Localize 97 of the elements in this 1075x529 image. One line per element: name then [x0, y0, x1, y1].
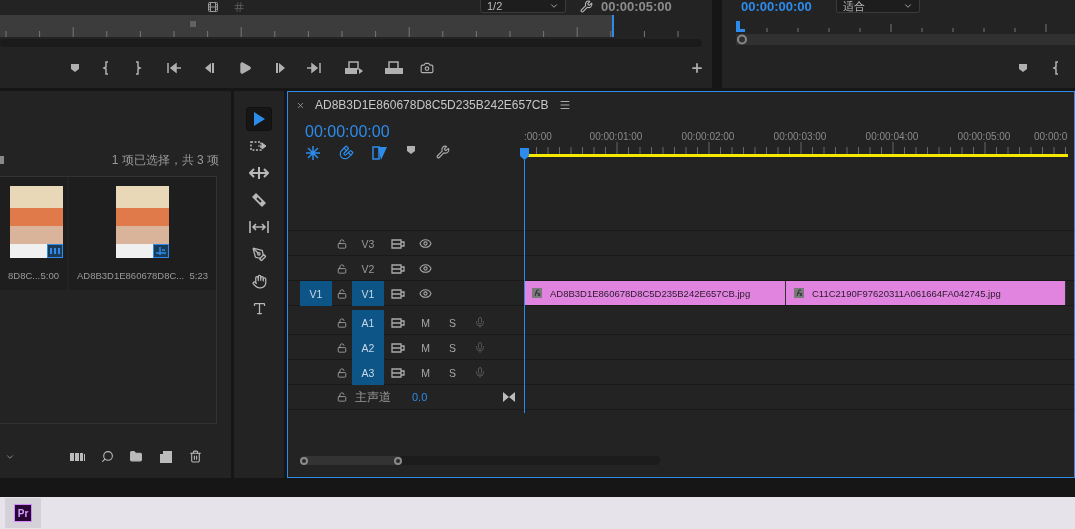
video-badge-icon: [47, 244, 63, 258]
play-button[interactable]: [238, 60, 252, 75]
step-back-button[interactable]: [204, 61, 216, 74]
lock-icon[interactable]: [337, 238, 347, 249]
solo-toggle[interactable]: S: [439, 316, 466, 329]
track-target[interactable]: A1: [352, 310, 384, 335]
taskbar-app-button[interactable]: Pr: [5, 498, 41, 528]
master-track-name: 主声道: [354, 388, 392, 406]
menu-icon[interactable]: [558, 99, 571, 111]
eye-icon[interactable]: [419, 262, 432, 275]
ruler-label: 00:00:02:00: [680, 131, 736, 142]
overwrite-button[interactable]: [384, 60, 404, 75]
fx-icon: [794, 288, 804, 298]
new-item-icon[interactable]: [160, 450, 172, 463]
track-target[interactable]: V2: [352, 256, 384, 281]
wrench-icon[interactable]: [436, 145, 450, 159]
source-patch[interactable]: V1: [300, 281, 332, 306]
chevron-icon: [549, 1, 559, 11]
step-forward-button[interactable]: [274, 61, 286, 74]
duration-timecode: 00:00:05:00: [601, 0, 672, 13]
slip-icon: [249, 220, 269, 234]
slider-handle-icon[interactable]: [0, 156, 4, 164]
clip-name: C11C2190F97620311A061664FA042745.jpg: [812, 287, 1001, 299]
lock-icon[interactable]: [337, 263, 347, 274]
item-duration: 5:23: [189, 270, 208, 281]
master-volume[interactable]: 0.0: [412, 391, 439, 403]
clip[interactable]: AD8B3D1E860678D8C5D235B242E657CB.jpg: [524, 281, 786, 305]
track-target[interactable]: V1: [352, 281, 384, 306]
eye-icon[interactable]: [419, 287, 432, 300]
track-target[interactable]: A2: [352, 335, 384, 360]
clip[interactable]: C11C2190F97620311A061664FA042745.jpg: [786, 281, 1066, 305]
solo-toggle[interactable]: S: [439, 366, 466, 379]
fx-icon: [532, 288, 542, 298]
marker-button[interactable]: [1018, 62, 1028, 73]
track-select-icon: [250, 139, 268, 153]
lock-icon[interactable]: [337, 342, 347, 353]
wrench-icon[interactable]: [580, 0, 593, 13]
lock-icon[interactable]: [337, 392, 347, 402]
playhead-handle[interactable]: [520, 148, 529, 160]
ripple-edit-icon: [249, 166, 269, 180]
lock-icon[interactable]: [337, 317, 347, 328]
sequence-badge-icon: [153, 244, 169, 258]
ruler-label: 00:00:04:00: [864, 131, 920, 142]
close-icon[interactable]: [296, 100, 305, 110]
zoom-dropdown[interactable]: 1/2: [480, 0, 566, 13]
pen-icon: [251, 246, 267, 262]
lock-icon[interactable]: [337, 288, 347, 299]
mark-out-button[interactable]: [134, 60, 142, 75]
track-target[interactable]: A3: [352, 360, 384, 385]
ruler-label: 00:00:0: [1033, 131, 1069, 142]
go-to-in-button[interactable]: [166, 61, 182, 74]
mark-in-button[interactable]: [102, 60, 110, 75]
insert-button[interactable]: [344, 60, 364, 75]
lock-icon[interactable]: [337, 367, 347, 378]
chevron-icon: [902, 1, 913, 11]
horizontal-scrollbar[interactable]: [300, 456, 660, 465]
ruler-label: 00:00:01:00: [588, 131, 644, 142]
solo-toggle[interactable]: S: [439, 341, 466, 354]
sequence-tab[interactable]: AD8B3D1E860678D8C5D235B242E657CB: [315, 98, 549, 112]
selection-info: 1 项已选择，共 3 项: [111, 151, 219, 169]
search-icon[interactable]: [101, 450, 114, 463]
camera-button[interactable]: [420, 60, 434, 75]
sequence-timecode[interactable]: 00:00:00:00: [305, 123, 524, 141]
eye-icon[interactable]: [419, 237, 432, 250]
tool-button[interactable]: [246, 107, 272, 131]
go-to-out-button[interactable]: [306, 61, 322, 74]
hand-icon: [251, 273, 267, 289]
mute-toggle[interactable]: M: [412, 341, 439, 354]
folder-icon[interactable]: [129, 450, 143, 463]
track-target[interactable]: V3: [352, 231, 384, 256]
nest-icon[interactable]: [305, 145, 321, 161]
freeform-view-icon[interactable]: [70, 451, 86, 462]
media-item[interactable]: 8D8C...5:00: [0, 177, 67, 290]
item-name: AD8B3D1E860678D8C...: [77, 270, 185, 281]
fit-dropdown[interactable]: 适合: [835, 0, 920, 13]
item-name: 8D8C...: [8, 270, 41, 281]
marker-button[interactable]: [70, 62, 80, 73]
bowtie-icon[interactable]: [502, 392, 515, 402]
add-button[interactable]: [690, 60, 704, 75]
mute-toggle[interactable]: M: [412, 366, 439, 379]
item-duration: 5:00: [40, 270, 59, 281]
clip-name: AD8B3D1E860678D8C5D235B242E657CB.jpg: [550, 287, 751, 299]
razor-icon: [251, 192, 267, 208]
ruler-label: 00:00:05:00: [956, 131, 1012, 142]
arrow-icon: [252, 111, 266, 127]
snap-icon[interactable]: [339, 145, 354, 160]
app-logo: Pr: [14, 504, 32, 522]
marker-icon[interactable]: [406, 145, 416, 155]
program-timecode: 00:00:00:00: [741, 0, 812, 13]
ruler-label: 00:00:03:00: [772, 131, 828, 142]
ruler-label: :00:00: [524, 131, 553, 142]
mark-in-button[interactable]: [1052, 60, 1060, 75]
mute-toggle[interactable]: M: [412, 316, 439, 329]
film-icon[interactable]: [207, 0, 219, 13]
trash-icon[interactable]: [189, 450, 202, 463]
type-icon: [251, 300, 267, 316]
media-item[interactable]: AD8B3D1E860678D8C... 5:23: [69, 177, 216, 290]
